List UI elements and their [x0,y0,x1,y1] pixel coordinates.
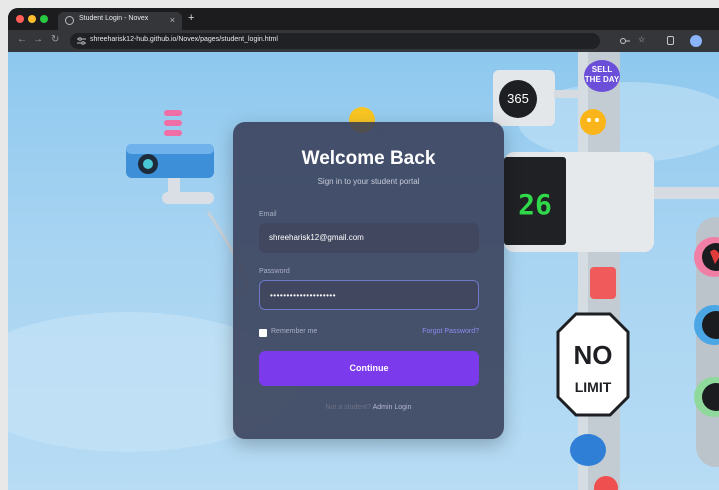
url-text: shreeharisk12-hub.github.io/Novex/pages/… [90,36,278,43]
sticker-text: THE DAY [585,75,620,84]
traffic-light [694,217,719,467]
footer: Not a student? Admin Login [233,404,504,411]
forward-icon[interactable]: → [33,34,43,46]
minimize-window-dot[interactable] [28,15,36,23]
page-viewport: SELL THE DAY 365 26 NO LIMIT Welcome Bac… [8,52,719,490]
team-sticker [570,434,606,466]
browser-toolbar: ← → ↻ shreeharisk12-hub.github.io/Novex/… [8,30,719,52]
email-value: shreeharisk12@gmail.com [269,233,364,242]
password-key-icon[interactable] [620,37,630,45]
sun-sticker [580,109,606,135]
browser-tab[interactable]: Student Login - Novex × [58,12,182,30]
no-limit-line1: NO [574,340,613,370]
footer-prefix: Not a student? [325,404,372,411]
counter-sign-text: 365 [507,91,529,106]
close-window-dot[interactable] [16,15,24,23]
bookmark-star-icon[interactable]: ☆ [638,35,645,45]
globe-icon [65,16,74,25]
page-title: Welcome Back [301,148,436,169]
no-limit-line2: LIMIT [575,379,612,395]
login-card: Welcome Back Sign in to your student por… [233,122,504,439]
tab-strip: Student Login - Novex × + [8,8,719,30]
tab-title: Student Login - Novex [79,15,149,22]
extensions-icon[interactable] [667,36,674,45]
address-bar[interactable]: shreeharisk12-hub.github.io/Novex/pages/… [70,33,600,49]
sticker-text: SELL [592,65,613,74]
admin-login-link[interactable]: Admin Login [373,404,412,411]
remember-me-label[interactable]: Remember me [271,328,317,335]
tab-close-icon[interactable]: × [170,14,175,26]
new-tab-button[interactable]: + [188,12,194,24]
site-settings-icon[interactable] [77,37,86,45]
back-icon[interactable]: ← [17,34,27,46]
pink-sticker [590,267,616,299]
browser-window: Student Login - Novex × + ← → ↻ shreehar… [8,8,719,490]
reload-icon[interactable]: ↻ [51,34,59,46]
password-label: Password [259,268,290,275]
email-label: Email [259,211,277,218]
countdown-text: 26 [518,188,552,221]
profile-avatar[interactable] [690,35,702,47]
remember-me-checkbox[interactable] [259,329,267,337]
email-field[interactable]: shreeharisk12@gmail.com [259,223,479,253]
continue-button[interactable]: Continue [259,351,479,386]
password-field[interactable]: •••••••••••••••••••• [259,280,479,310]
security-camera-icon [126,110,214,204]
password-value: •••••••••••••••••••• [270,291,337,300]
zoom-window-dot[interactable] [40,15,48,23]
continue-label: Continue [349,363,389,373]
forgot-password-link[interactable]: Forgot Password? [422,328,479,335]
page-subtitle: Sign in to your student portal [317,177,420,186]
